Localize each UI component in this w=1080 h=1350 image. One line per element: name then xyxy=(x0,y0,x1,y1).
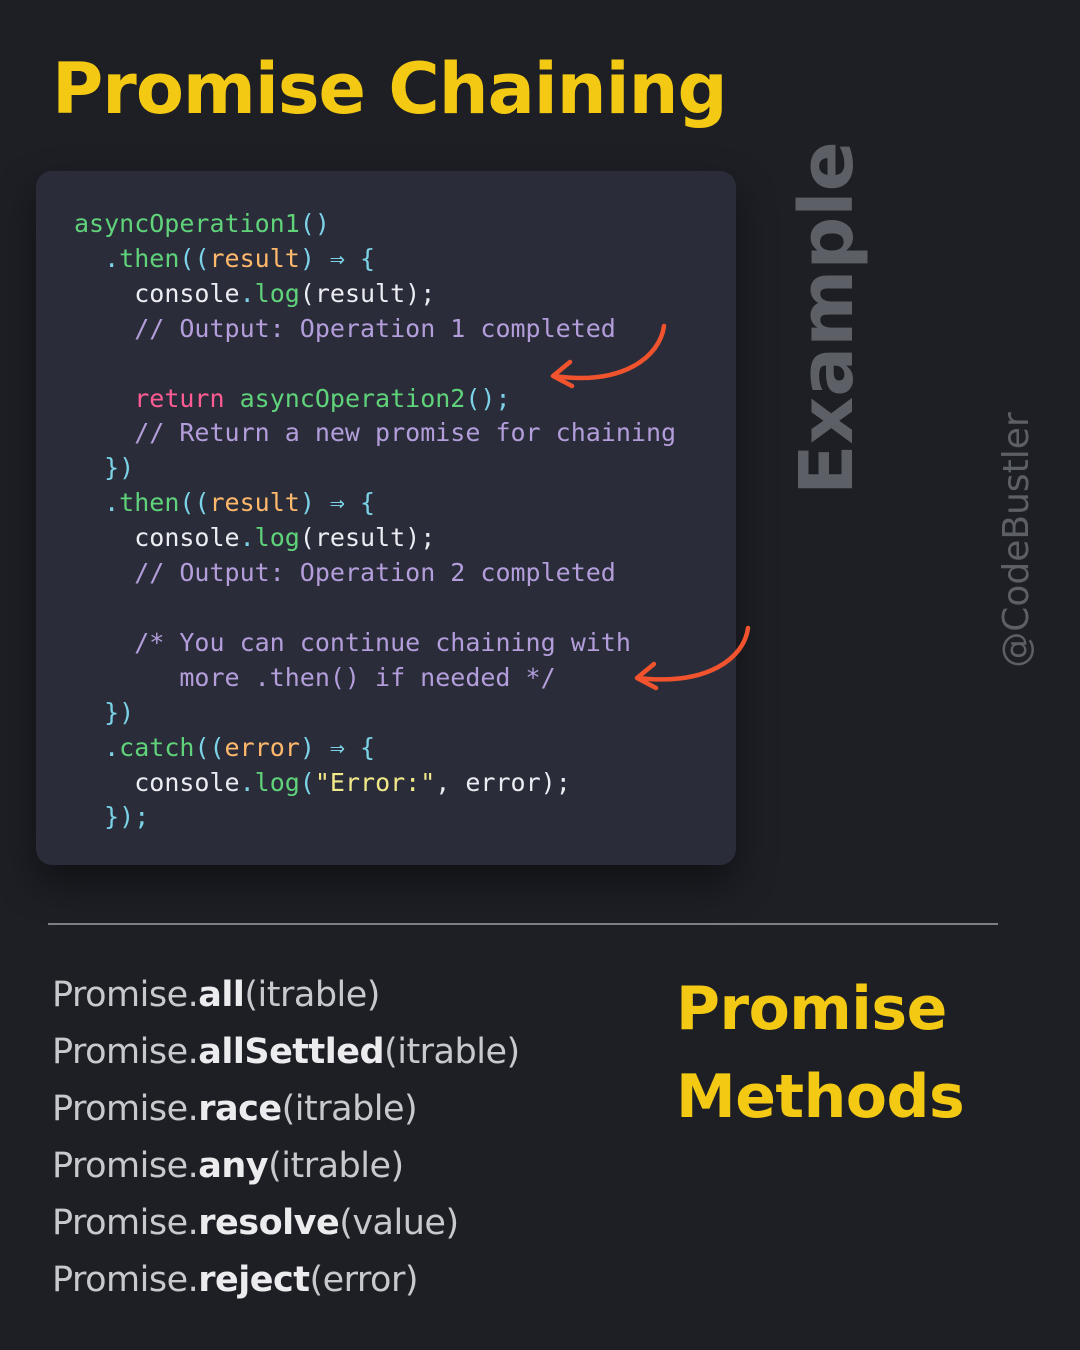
method-name: any xyxy=(198,1146,269,1186)
example-label: Example xyxy=(784,141,870,495)
method-name: reject xyxy=(198,1260,310,1300)
code-param: result xyxy=(209,243,300,273)
methods-heading: Promise Methods xyxy=(676,965,965,1141)
list-item: Promise.race(itrable) xyxy=(52,1081,520,1138)
code-punct: . xyxy=(104,488,120,518)
list-item: Promise.allSettled(itrable) xyxy=(52,1024,520,1081)
method-name: race xyxy=(198,1089,282,1129)
method-prefix: Promise. xyxy=(52,1260,199,1300)
promise-methods-list: Promise.all(itrable) Promise.allSettled(… xyxy=(52,967,520,1309)
code-punct: }); xyxy=(104,802,150,832)
methods-heading-line: Methods xyxy=(676,1062,965,1132)
code-punct: ( xyxy=(299,767,315,797)
code-punct: . xyxy=(239,523,255,553)
list-item: Promise.any(itrable) xyxy=(52,1138,520,1195)
code-punct: (( xyxy=(179,243,210,273)
method-args: (itrable) xyxy=(268,1146,404,1186)
code-punct: () xyxy=(299,209,330,238)
code-punct: . xyxy=(104,243,120,273)
method-prefix: Promise. xyxy=(52,1146,199,1186)
code-string: "Error:" xyxy=(314,767,436,797)
code-punct: (( xyxy=(179,488,210,518)
code-arrow: ⇒ { xyxy=(314,243,376,273)
code-object: console xyxy=(134,278,240,308)
method-name: all xyxy=(198,975,245,1015)
method-name: resolve xyxy=(198,1203,340,1243)
page-title: Promise Chaining xyxy=(52,48,728,130)
code-function: asyncOperation2 xyxy=(239,383,466,413)
method-prefix: Promise. xyxy=(52,1089,199,1129)
method-prefix: Promise. xyxy=(52,1203,199,1243)
code-punct: (( xyxy=(194,732,225,762)
code-punct: ) xyxy=(299,488,315,518)
code-arrow: ⇒ { xyxy=(314,732,376,762)
method-args: (value) xyxy=(339,1203,459,1243)
code-punct: (); xyxy=(465,383,511,413)
code-method: catch xyxy=(119,732,195,762)
arrow-icon xyxy=(634,625,751,691)
code-object: console xyxy=(134,523,240,553)
code-punct: . xyxy=(239,767,255,797)
author-handle: @CodeBustler xyxy=(996,412,1037,668)
code-punct: }) xyxy=(104,697,135,727)
code-punct: ) xyxy=(299,243,315,273)
code-comment: // Output: Operation 2 completed xyxy=(134,558,616,588)
code-args: , error); xyxy=(435,767,571,797)
method-args: (itrable) xyxy=(281,1089,418,1129)
method-args: (error) xyxy=(309,1260,419,1300)
code-block: asyncOperation1() .then((result) ⇒ { con… xyxy=(74,207,676,835)
list-item: Promise.all(itrable) xyxy=(52,967,520,1024)
code-comment: more .then() if needed */ xyxy=(179,662,556,692)
code-punct: . xyxy=(239,278,255,308)
code-args: (result); xyxy=(299,278,436,308)
code-punct: ) xyxy=(299,732,315,762)
code-keyword: return xyxy=(134,383,225,413)
code-function: asyncOperation1 xyxy=(74,209,300,238)
divider xyxy=(48,923,998,925)
code-comment: // Return a new promise for chaining xyxy=(134,418,677,448)
method-prefix: Promise. xyxy=(52,975,199,1015)
list-item: Promise.reject(error) xyxy=(52,1252,520,1309)
code-param: error xyxy=(224,732,300,762)
method-args: (itrable) xyxy=(244,975,380,1015)
code-method: log xyxy=(254,767,300,797)
methods-heading-line: Promise xyxy=(676,974,947,1044)
method-args: (itrable) xyxy=(384,1032,520,1072)
code-method: log xyxy=(254,523,300,553)
code-card: asyncOperation1() .then((result) ⇒ { con… xyxy=(36,171,736,865)
arrow-icon xyxy=(550,323,667,389)
code-punct: . xyxy=(104,732,120,762)
code-param: result xyxy=(209,488,300,518)
method-name: allSettled xyxy=(198,1032,385,1072)
code-method: log xyxy=(254,278,300,308)
code-method: then xyxy=(119,243,180,273)
code-method: then xyxy=(119,488,180,518)
code-arrow: ⇒ { xyxy=(314,488,376,518)
code-punct: }) xyxy=(104,453,135,483)
list-item: Promise.resolve(value) xyxy=(52,1195,520,1252)
code-object: console xyxy=(134,767,240,797)
code-args: (result); xyxy=(299,523,436,553)
method-prefix: Promise. xyxy=(52,1032,199,1072)
code-comment: /* You can continue chaining with xyxy=(134,627,631,657)
